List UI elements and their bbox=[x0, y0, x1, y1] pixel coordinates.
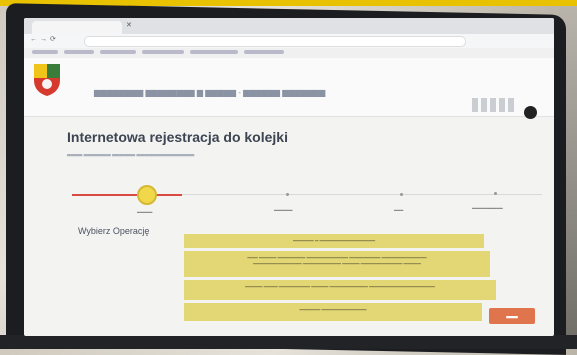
bookmark-item[interactable] bbox=[244, 50, 284, 54]
crest-icon bbox=[34, 64, 60, 96]
user-avatar-icon[interactable] bbox=[524, 106, 537, 119]
page-title: Internetowa rejestracja do kolejki bbox=[67, 129, 288, 145]
reload-icon[interactable]: ⟳ bbox=[50, 36, 59, 43]
site-title: ▆▆▆▆▆▆▆▆ ▆▆▆▆▆▆▆▆ ▆ ▆▆▆▆▆ - ▆▆▆▆▆▆ ▆▆▆▆▆… bbox=[94, 88, 326, 97]
operation-option[interactable]: ▁▁▁ ▁▁▁▁▁ ▁▁▁▁▁▁▁▁ ▁▁▁▁▁▁▁▁▁▁▁▁ ▁▁▁▁▁▁▁▁… bbox=[184, 251, 490, 277]
bookmark-item[interactable] bbox=[100, 50, 136, 54]
address-bar[interactable] bbox=[84, 36, 466, 47]
step-4-indicator bbox=[494, 192, 497, 195]
next-button[interactable]: ▃▃▃ bbox=[489, 308, 535, 324]
progress-line-active bbox=[72, 194, 182, 196]
step-3-label: ▂▂▂ bbox=[394, 206, 404, 211]
close-icon[interactable]: ✕ bbox=[126, 21, 132, 29]
forward-icon[interactable]: → bbox=[40, 36, 50, 43]
bookmark-item[interactable] bbox=[190, 50, 238, 54]
browser-tab[interactable] bbox=[32, 21, 122, 34]
page-subtitle: ▃▃▃▃ ▃▃▃▃▃▃▃ ▃▃▃▃▃▃ ▃▃▃▃▃▃▃▃▃▃▃▃▃▃▃ bbox=[67, 151, 195, 157]
bookmark-item[interactable] bbox=[32, 50, 58, 54]
operation-option[interactable]: ▁▁▁▁▁ ▁▁▁▁ ▁▁▁▁▁▁▁▁▁ ▁▁▁▁▁ ▁▁▁▁▁▁▁▁▁▁▁ ▁… bbox=[184, 280, 496, 300]
bookmark-item[interactable] bbox=[64, 50, 94, 54]
navigation-icons: ←→⟳ bbox=[30, 35, 59, 43]
back-icon[interactable]: ← bbox=[30, 36, 40, 43]
operation-option[interactable]: ▁▁▁▁▁▁ ▁▁▁▁▁▁▁▁▁▁▁▁▁ bbox=[184, 303, 482, 321]
step-2-label: ▂▂▂▂▂▂ bbox=[274, 206, 293, 211]
step-1-label: ▂▂▂▂▂ bbox=[137, 208, 153, 213]
operation-option[interactable]: ▁▁▁▁▁▁ ▁ ▁▁▁▁▁▁▁▁▁▁▁▁▁▁▁▁ bbox=[184, 234, 484, 248]
monitor-base bbox=[0, 335, 577, 349]
step-1-indicator bbox=[137, 185, 157, 205]
step-3-indicator bbox=[400, 193, 403, 196]
section-label: Wybierz Operację bbox=[78, 226, 150, 236]
monitor-screen: ✕ ←→⟳ ▆▆▆▆▆▆▆▆ ▆▆▆▆▆▆▆▆ ▆ ▆▆▆▆▆ - ▆▆▆▆▆▆… bbox=[24, 18, 554, 336]
bookmark-item[interactable] bbox=[142, 50, 184, 54]
step-4-label: ▂▂▂▂▂▂▂▂▂▂ bbox=[472, 204, 503, 209]
step-2-indicator bbox=[286, 193, 289, 196]
header-info bbox=[472, 98, 516, 112]
progress-line bbox=[182, 194, 542, 195]
